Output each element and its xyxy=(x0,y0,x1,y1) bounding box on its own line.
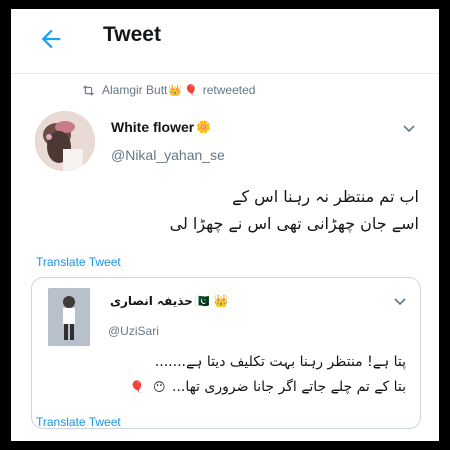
retweet-icon xyxy=(83,84,94,96)
quoted-tweet-card[interactable]: 👑 🇵🇰 حذیفہ انصاری @UziSari پتا ہے! منتظر… xyxy=(31,277,421,429)
quoted-author-name-text: حذیفہ انصاری xyxy=(110,294,193,308)
translate-tweet-link[interactable]: Translate Tweet xyxy=(36,255,121,269)
top-bar: Tweet xyxy=(11,9,439,69)
flower-emoji: 🌼 xyxy=(196,120,212,134)
quoted-options-chevron-icon[interactable] xyxy=(392,294,408,310)
tweet-body: اب تم منتظر نہ رہنا اس کے اسے جان چھڑانی… xyxy=(170,183,419,237)
author-name-text: White flower xyxy=(111,119,195,135)
tweet-screen: Tweet Alamgir Butt 👑 🎈 retweeted White f… xyxy=(11,9,439,441)
balloon-emoji: 🎈 xyxy=(184,84,198,97)
page-title: Tweet xyxy=(103,23,161,46)
author-display-name[interactable]: White flower 🌼 xyxy=(111,119,213,135)
speechless-face-emoji: 😶 xyxy=(153,380,166,394)
retweeted-label: retweeted xyxy=(202,83,256,97)
back-arrow-icon[interactable] xyxy=(37,25,65,53)
quoted-author-avatar[interactable] xyxy=(48,288,90,346)
author-avatar[interactable] xyxy=(35,111,95,171)
quoted-line-2-text: بتا کے تم چلے جاتے اگر جانا ضروری تھا... xyxy=(171,379,406,395)
quoted-tweet-body: پتا ہے! منتظر رہنا بہت تکلیف دیتا ہے....… xyxy=(128,350,406,400)
tweet-options-chevron-icon[interactable] xyxy=(401,121,417,137)
retweeter-name: Alamgir Butt xyxy=(102,83,168,97)
quoted-avatar-image xyxy=(48,288,90,346)
translate-quoted-tweet-link[interactable]: Translate Tweet xyxy=(36,415,121,429)
avatar-image xyxy=(35,111,95,171)
quoted-author-handle[interactable]: @UziSari xyxy=(108,324,159,338)
header-divider xyxy=(11,73,439,74)
retweet-context[interactable]: Alamgir Butt 👑 🎈 retweeted xyxy=(81,81,255,99)
crown-emoji: 👑 xyxy=(213,294,229,308)
balloon-emoji: 🎈 xyxy=(129,380,145,394)
quoted-line-1: پتا ہے! منتظر رہنا بہت تکلیف دیتا ہے....… xyxy=(154,354,406,370)
tweet-line-1: اب تم منتظر نہ رہنا اس کے xyxy=(232,187,419,206)
crown-emoji: 👑 xyxy=(168,84,183,97)
author-handle[interactable]: @Nikal_yahan_se xyxy=(111,147,225,163)
tweet-line-2: اسے جان چھڑانی تھی اس نے چھڑا لی xyxy=(169,214,419,233)
pakistan-flag-emoji: 🇵🇰 xyxy=(194,294,210,308)
quoted-author-name[interactable]: 👑 🇵🇰 حذیفہ انصاری xyxy=(110,294,231,308)
quoted-line-2: بتا کے تم چلے جاتے اگر جانا ضروری تھا...… xyxy=(128,375,406,400)
